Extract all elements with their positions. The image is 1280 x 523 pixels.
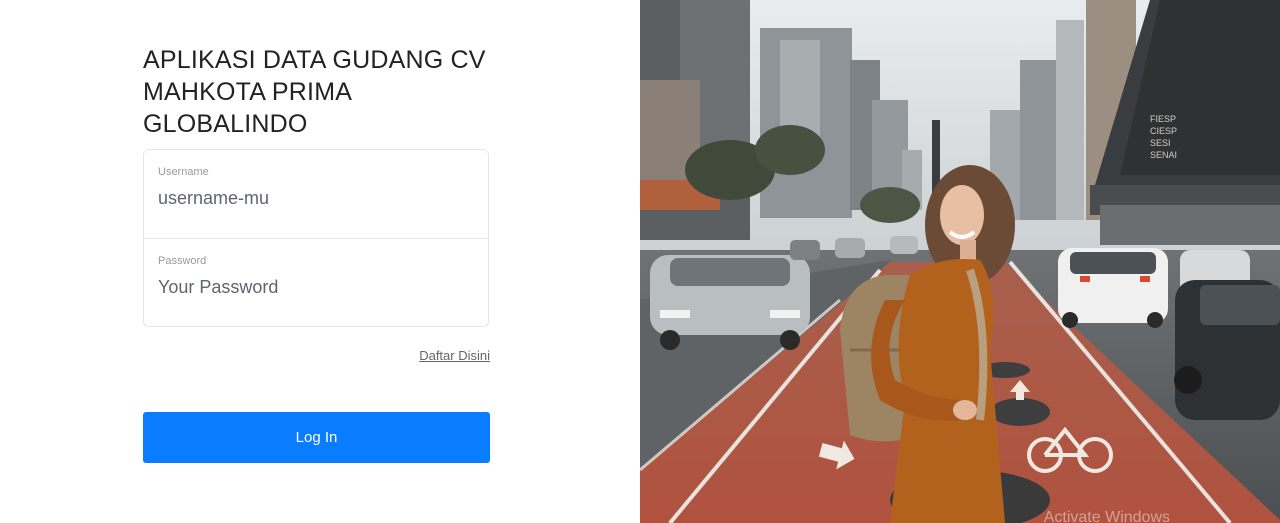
hero-image: FIESP CIESP SESI SENAI Activate Windows [640,0,1280,523]
app-title: APLIKASI DATA GUDANG CV MAHKOTA PRIMA GL… [143,46,486,138]
username-label: Username [158,166,209,178]
login-panel: APLIKASI DATA GUDANG CV MAHKOTA PRIMA GL… [0,0,640,523]
password-input[interactable] [158,277,458,298]
login-form: Username Password [143,149,489,327]
username-field-group: Username [144,150,488,238]
svg-text:FIESP: FIESP [1150,114,1176,124]
city-street-photo-icon: FIESP CIESP SESI SENAI [640,0,1280,523]
svg-text:SENAI: SENAI [1150,150,1177,160]
windows-watermark: Activate Windows [1043,509,1170,523]
svg-text:CIESP: CIESP [1150,126,1177,136]
login-page: APLIKASI DATA GUDANG CV MAHKOTA PRIMA GL… [0,0,1280,523]
svg-text:SESI: SESI [1150,138,1171,148]
password-label: Password [158,255,207,267]
username-input[interactable] [158,188,458,209]
login-button[interactable]: Log In [143,412,490,463]
password-field-group: Password [144,238,488,326]
register-link[interactable]: Daftar Disini [419,348,490,363]
